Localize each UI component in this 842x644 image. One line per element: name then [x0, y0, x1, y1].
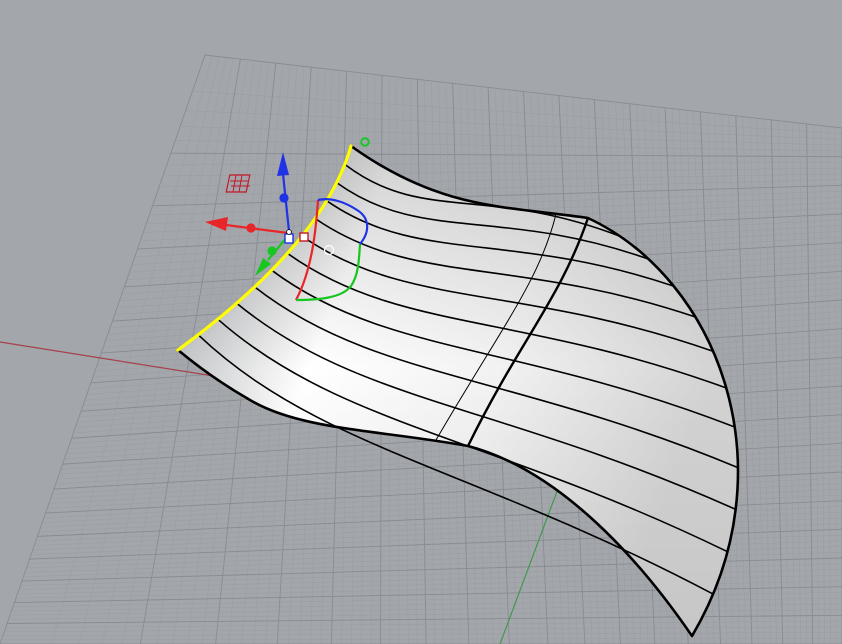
- gumball-z-scale-handle[interactable]: [279, 193, 289, 203]
- grid-major-line: [0, 54, 206, 644]
- viewport-canvas[interactable]: [0, 0, 842, 644]
- grid-minor-line: [785, 121, 796, 644]
- grid-minor-line: [827, 126, 831, 644]
- gumball-x-scale-handle[interactable]: [246, 223, 256, 233]
- gumball-center-dot: [286, 229, 292, 235]
- grid-major-line: [806, 123, 814, 644]
- grid-minor-line: [813, 124, 819, 644]
- grid-major-line: [735, 115, 753, 644]
- grid-minor-line: [756, 118, 771, 644]
- gumball-z-move-arrow[interactable]: [277, 152, 291, 232]
- perspective-viewport[interactable]: [0, 0, 842, 644]
- grid-minor-line: [166, 162, 842, 166]
- grid-major-line: [170, 152, 842, 158]
- grid-minor-line: [799, 123, 807, 644]
- gumball-x-move-arrow[interactable]: [205, 217, 289, 235]
- gumball-y-scale-handle[interactable]: [267, 246, 277, 256]
- edge-start-point-marker[interactable]: [360, 137, 370, 147]
- gumball-drag-strip[interactable]: [299, 232, 309, 242]
- grid-minor-line: [159, 173, 842, 187]
- grid-minor-line: [1, 638, 842, 641]
- grid-minor-line: [2, 632, 842, 637]
- grid-minor-line: [834, 127, 837, 644]
- gumball-origin-handle[interactable]: [284, 233, 294, 244]
- grid-minor-line: [763, 119, 777, 644]
- grid-minor-line: [4, 626, 842, 632]
